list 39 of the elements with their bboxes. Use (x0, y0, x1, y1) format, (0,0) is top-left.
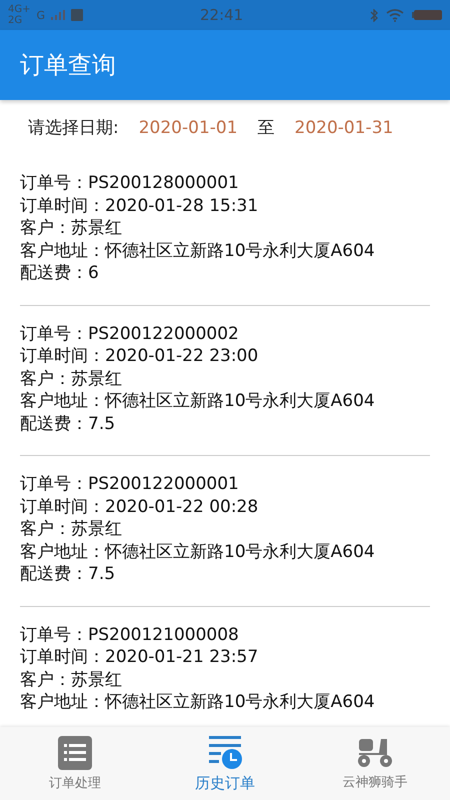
battery-icon (412, 10, 442, 20)
order-detail: 客户地址：怀德社区立新路10号永利大厦A604 (20, 691, 376, 714)
network-label: 4G+ (8, 4, 30, 15)
order-detail: 订单号：PS200122000002 (20, 322, 240, 345)
date-separator: 至 (258, 117, 275, 139)
nav-tab[interactable]: 订单处理 (0, 727, 150, 800)
order-detail: 订单号：PS200122000001 (20, 473, 240, 496)
order-detail: 客户：苏景红 (20, 368, 123, 390)
order-detail: 订单时间：2020-01-21 23:57 (20, 646, 260, 668)
page-title: 订单查询 (20, 50, 116, 81)
network-label: G (36, 8, 46, 22)
order-detail: 订单号：PS200121000008 (20, 624, 240, 646)
order-detail: 配送费：7.5 (20, 563, 116, 586)
signal-icon (51, 10, 66, 20)
network-label: 2G (8, 15, 24, 26)
notification-icon (71, 9, 84, 21)
order-detail: 订单时间：2020-01-22 23:00 (20, 345, 260, 368)
start-date[interactable]: 2020-01-01 (138, 118, 238, 138)
nav-tab[interactable]: 历史订单 (150, 727, 300, 800)
order-detail: 客户：苏景红 (20, 518, 123, 540)
order-detail: 客户地址：怀德社区立新路10号永利大厦A604 (20, 390, 376, 412)
status-time: 22:41 (200, 6, 244, 24)
history-icon (207, 734, 243, 770)
list-icon (58, 736, 92, 770)
nav-tab[interactable]: 云神狮骑手 (300, 727, 450, 800)
scooter-icon (357, 736, 393, 768)
order-detail: 配送费：6 (20, 262, 100, 284)
order-detail: 订单时间：2020-01-28 15:31 (20, 194, 260, 217)
order-detail: 客户：苏景红 (20, 668, 123, 691)
order-detail: 客户地址：怀德社区立新路10号永利大厦A604 (20, 540, 376, 563)
order-detail: 配送费：7.5 (20, 412, 116, 435)
bluetooth-icon (370, 8, 378, 22)
date-label: 请选择日期: (28, 117, 119, 139)
wifi-icon (386, 8, 404, 22)
order-detail: 客户地址：怀德社区立新路10号永利大厦A604 (20, 240, 376, 262)
order-detail: 订单号：PS200128000001 (20, 172, 240, 194)
end-date[interactable]: 2020-01-31 (294, 118, 394, 138)
order-detail: 客户：苏景红 (20, 217, 123, 240)
order-detail: 订单时间：2020-01-22 00:28 (20, 496, 260, 518)
